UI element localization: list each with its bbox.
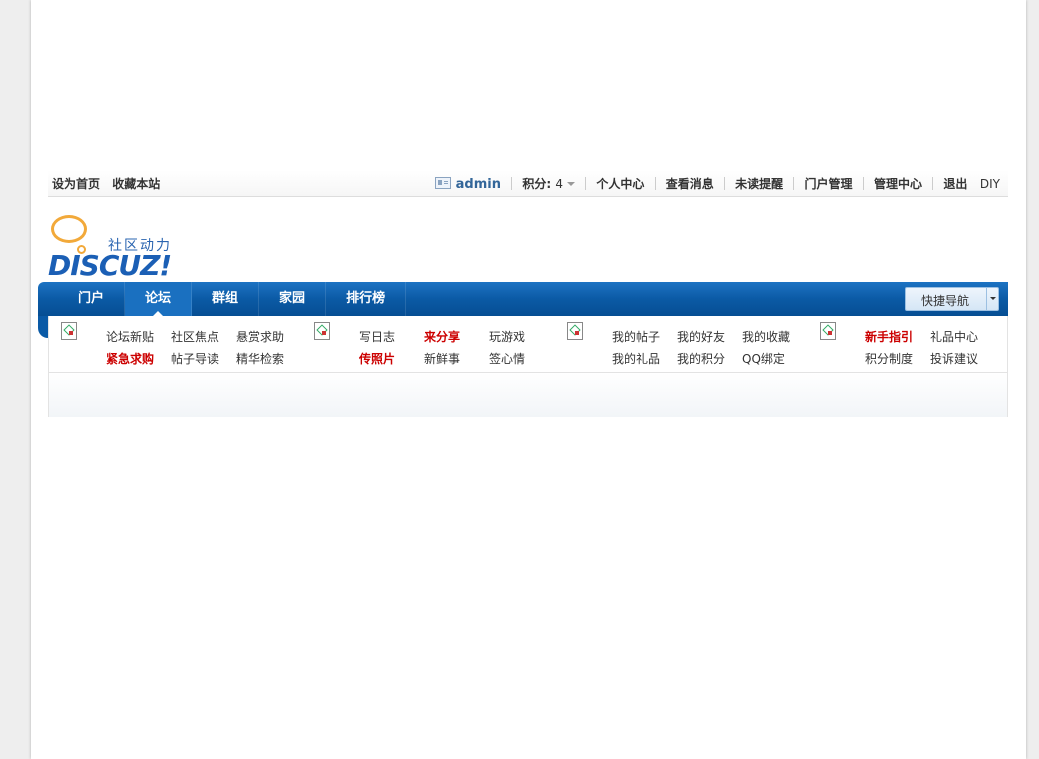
divider bbox=[793, 177, 795, 190]
site-logo[interactable]: 社区动力 DISCUZ! bbox=[48, 213, 188, 282]
submenu-link[interactable]: 我的帖子 bbox=[612, 328, 660, 345]
submenu-link[interactable]: 我的礼品 bbox=[612, 350, 660, 367]
chevron-down-icon bbox=[567, 182, 575, 186]
personal-center-link[interactable]: 个人中心 bbox=[596, 175, 644, 192]
main-nav: 门户 论坛 群组 家园 排行榜 快捷导航 bbox=[38, 282, 1008, 316]
points-dropdown[interactable]: 积分: 4 bbox=[522, 175, 575, 192]
divider bbox=[585, 177, 587, 190]
set-homepage-link[interactable]: 设为首页 bbox=[52, 177, 100, 191]
submenu-link[interactable]: 紧急求购 bbox=[106, 350, 154, 367]
sub-menu-panel: 论坛新贴 社区焦点 悬赏求助 紧急求购 帖子导读 精华检索 写日志 来分享 玩游… bbox=[48, 316, 1008, 417]
logo-text: DISCUZ! bbox=[48, 249, 172, 282]
admin-center-link[interactable]: 管理中心 bbox=[874, 175, 922, 192]
submenu-link[interactable]: 传照片 bbox=[359, 350, 395, 367]
submenu-link[interactable]: 积分制度 bbox=[865, 350, 913, 367]
broken-image-icon bbox=[314, 322, 330, 340]
submenu-link[interactable]: 精华检索 bbox=[236, 350, 284, 367]
submenu-link[interactable]: 我的收藏 bbox=[742, 328, 790, 345]
submenu-link[interactable]: 投诉建议 bbox=[930, 350, 978, 367]
divider bbox=[862, 177, 864, 190]
submenu-link[interactable]: 来分享 bbox=[424, 328, 460, 345]
submenu-link[interactable]: 帖子导读 bbox=[171, 350, 219, 367]
submenu-link[interactable]: 签心情 bbox=[489, 350, 525, 367]
submenu-footer-strip bbox=[49, 372, 1007, 417]
messages-link[interactable]: 查看消息 bbox=[666, 175, 714, 192]
top-bar: 设为首页 收藏本站 admin 积分: 4 个人中心 查看消息 未读提醒 门户管… bbox=[48, 170, 1008, 197]
broken-image-icon bbox=[567, 322, 583, 340]
broken-image-icon bbox=[820, 322, 836, 340]
submenu-link[interactable]: 社区焦点 bbox=[171, 328, 219, 345]
notifications-link[interactable]: 未读提醒 bbox=[735, 175, 783, 192]
submenu-link[interactable]: 新手指引 bbox=[865, 328, 913, 345]
user-card-icon bbox=[434, 177, 451, 189]
username-link[interactable]: admin bbox=[456, 177, 501, 192]
nav-item-forum[interactable]: 论坛 bbox=[125, 282, 193, 316]
top-bar-left: 设为首页 收藏本站 bbox=[52, 175, 168, 192]
points-value: 4 bbox=[555, 177, 563, 191]
quick-nav-button[interactable]: 快捷导航 bbox=[905, 287, 999, 311]
divider bbox=[723, 177, 725, 190]
submenu-link[interactable]: 悬赏求助 bbox=[236, 328, 284, 345]
chevron-down-icon[interactable] bbox=[986, 288, 998, 310]
divider bbox=[511, 177, 513, 190]
divider bbox=[654, 177, 656, 190]
nav-item-rankings[interactable]: 排行榜 bbox=[326, 282, 407, 316]
points-label: 积分: bbox=[522, 177, 552, 191]
nav-item-portal[interactable]: 门户 bbox=[58, 282, 126, 316]
submenu-link[interactable]: QQ绑定 bbox=[742, 350, 785, 367]
nav-items: 门户 论坛 群组 家园 排行榜 bbox=[58, 282, 407, 316]
submenu-link[interactable]: 我的积分 bbox=[677, 350, 725, 367]
logout-link[interactable]: 退出 bbox=[943, 175, 967, 192]
page-container: 设为首页 收藏本站 admin 积分: 4 个人中心 查看消息 未读提醒 门户管… bbox=[31, 0, 1026, 759]
submenu-link[interactable]: 玩游戏 bbox=[489, 328, 525, 345]
nav-item-home[interactable]: 家园 bbox=[259, 282, 327, 316]
submenu-link[interactable]: 新鲜事 bbox=[424, 350, 460, 367]
portal-admin-link[interactable]: 门户管理 bbox=[805, 175, 853, 192]
submenu-link[interactable]: 论坛新贴 bbox=[106, 328, 154, 345]
submenu-link[interactable]: 写日志 bbox=[359, 328, 395, 345]
diy-button[interactable]: DIY bbox=[980, 177, 1000, 191]
broken-image-icon bbox=[61, 322, 77, 340]
submenu-link[interactable]: 我的好友 bbox=[677, 328, 725, 345]
logo-bubble-icon bbox=[51, 215, 87, 243]
nav-item-groups[interactable]: 群组 bbox=[192, 282, 260, 316]
submenu-link[interactable]: 礼品中心 bbox=[930, 328, 978, 345]
user-bar: admin 积分: 4 个人中心 查看消息 未读提醒 门户管理 管理中心 退出 … bbox=[434, 175, 1000, 192]
divider bbox=[932, 177, 934, 190]
quick-nav-label: 快捷导航 bbox=[921, 294, 970, 308]
bookmark-site-link[interactable]: 收藏本站 bbox=[112, 177, 160, 191]
